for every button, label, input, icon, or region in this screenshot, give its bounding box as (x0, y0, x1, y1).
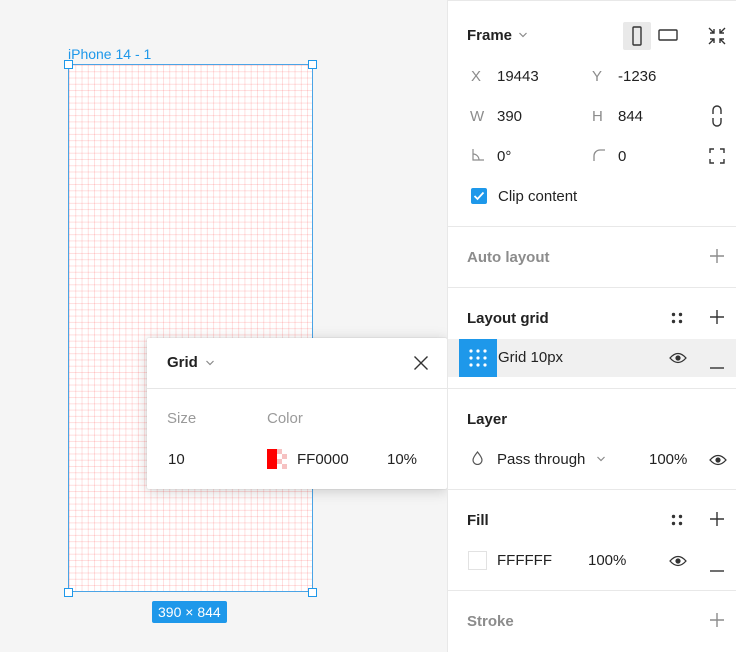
x-input[interactable]: 19443 (497, 68, 539, 85)
rotation-icon (471, 148, 485, 167)
fill-hex-input[interactable]: FFFFFF (497, 552, 552, 569)
styles-grid-icon[interactable] (671, 311, 683, 329)
auto-layout-title: Auto layout (467, 249, 550, 266)
frame-size-badge: 390 × 844 (152, 601, 227, 623)
plus-icon[interactable] (710, 249, 724, 268)
divider (448, 0, 736, 1)
popover-header: Grid (147, 338, 447, 389)
frame-section-title[interactable]: Frame (467, 27, 512, 44)
corner-radius-input[interactable]: 0 (618, 148, 626, 165)
resize-to-fit-icon[interactable] (708, 27, 726, 50)
divider (448, 226, 736, 227)
grid-settings-icon[interactable] (459, 339, 497, 377)
plus-icon[interactable] (710, 310, 724, 329)
corner-radius-icon (592, 148, 606, 167)
fill-opacity-input[interactable]: 100% (588, 552, 626, 569)
size-label: Size (167, 410, 197, 427)
grid-opacity-input[interactable]: 10% (387, 451, 417, 468)
portrait-orientation-icon[interactable] (632, 26, 642, 51)
grid-settings-popover: Grid Size Color 10 FF0000 10% (147, 338, 447, 489)
resize-handle-top-left[interactable] (64, 60, 73, 69)
stroke-title: Stroke (467, 613, 514, 630)
color-label: Color (267, 410, 303, 427)
plus-icon[interactable] (710, 613, 724, 632)
divider (448, 388, 736, 389)
fill-title: Fill (467, 512, 489, 529)
independent-corners-icon[interactable] (709, 148, 725, 169)
w-label: W (470, 108, 485, 125)
clip-content-checkbox[interactable] (471, 188, 487, 204)
grid-size-input[interactable]: 10 (168, 451, 185, 468)
y-input[interactable]: -1236 (618, 68, 656, 85)
close-icon[interactable] (413, 355, 429, 376)
resize-handle-bottom-left[interactable] (64, 588, 73, 597)
resize-handle-bottom-right[interactable] (308, 588, 317, 597)
canvas[interactable]: iPhone 14 - 1 390 × 844 (0, 0, 447, 652)
chevron-down-icon[interactable] (205, 355, 215, 376)
grid-color-hex-input[interactable]: FF0000 (297, 451, 349, 468)
layout-grid-item-label: Grid 10px (498, 349, 564, 366)
eye-icon[interactable] (709, 453, 727, 471)
constrain-proportions-icon[interactable] (711, 105, 723, 132)
divider (448, 489, 736, 490)
h-label: H (592, 108, 603, 125)
x-label: X (471, 68, 482, 85)
frame-name-label[interactable]: iPhone 14 - 1 (68, 46, 151, 62)
eye-icon[interactable] (669, 351, 687, 369)
fill-color-swatch[interactable] (468, 551, 487, 570)
eye-icon[interactable] (669, 554, 687, 572)
layer-opacity-input[interactable]: 100% (649, 451, 687, 468)
layout-grid-title: Layout grid (467, 310, 549, 327)
clip-content-label[interactable]: Clip content (498, 188, 577, 205)
plus-icon[interactable] (710, 512, 724, 531)
grid-type-dropdown[interactable]: Grid (167, 354, 198, 371)
minus-icon[interactable] (710, 356, 724, 374)
blend-mode-dropdown[interactable]: Pass through (497, 451, 585, 468)
width-input[interactable]: 390 (497, 108, 522, 125)
blend-drop-icon (472, 451, 483, 470)
divider (448, 287, 736, 288)
rotation-input[interactable]: 0° (497, 148, 511, 165)
chevron-down-icon[interactable] (596, 451, 606, 472)
styles-grid-icon[interactable] (671, 513, 683, 531)
chevron-down-icon[interactable] (518, 27, 528, 48)
height-input[interactable]: 844 (618, 108, 643, 125)
divider (448, 590, 736, 591)
grid-color-swatch[interactable] (267, 449, 287, 469)
landscape-orientation-icon[interactable] (658, 28, 678, 47)
y-label: Y (592, 68, 603, 85)
resize-handle-top-right[interactable] (308, 60, 317, 69)
iphone-frame[interactable] (68, 64, 313, 592)
properties-panel: Frame X 19443 Y -1236 W 390 H 844 0° 0 C… (447, 0, 736, 652)
minus-icon[interactable] (710, 559, 724, 577)
layer-title: Layer (467, 411, 508, 428)
